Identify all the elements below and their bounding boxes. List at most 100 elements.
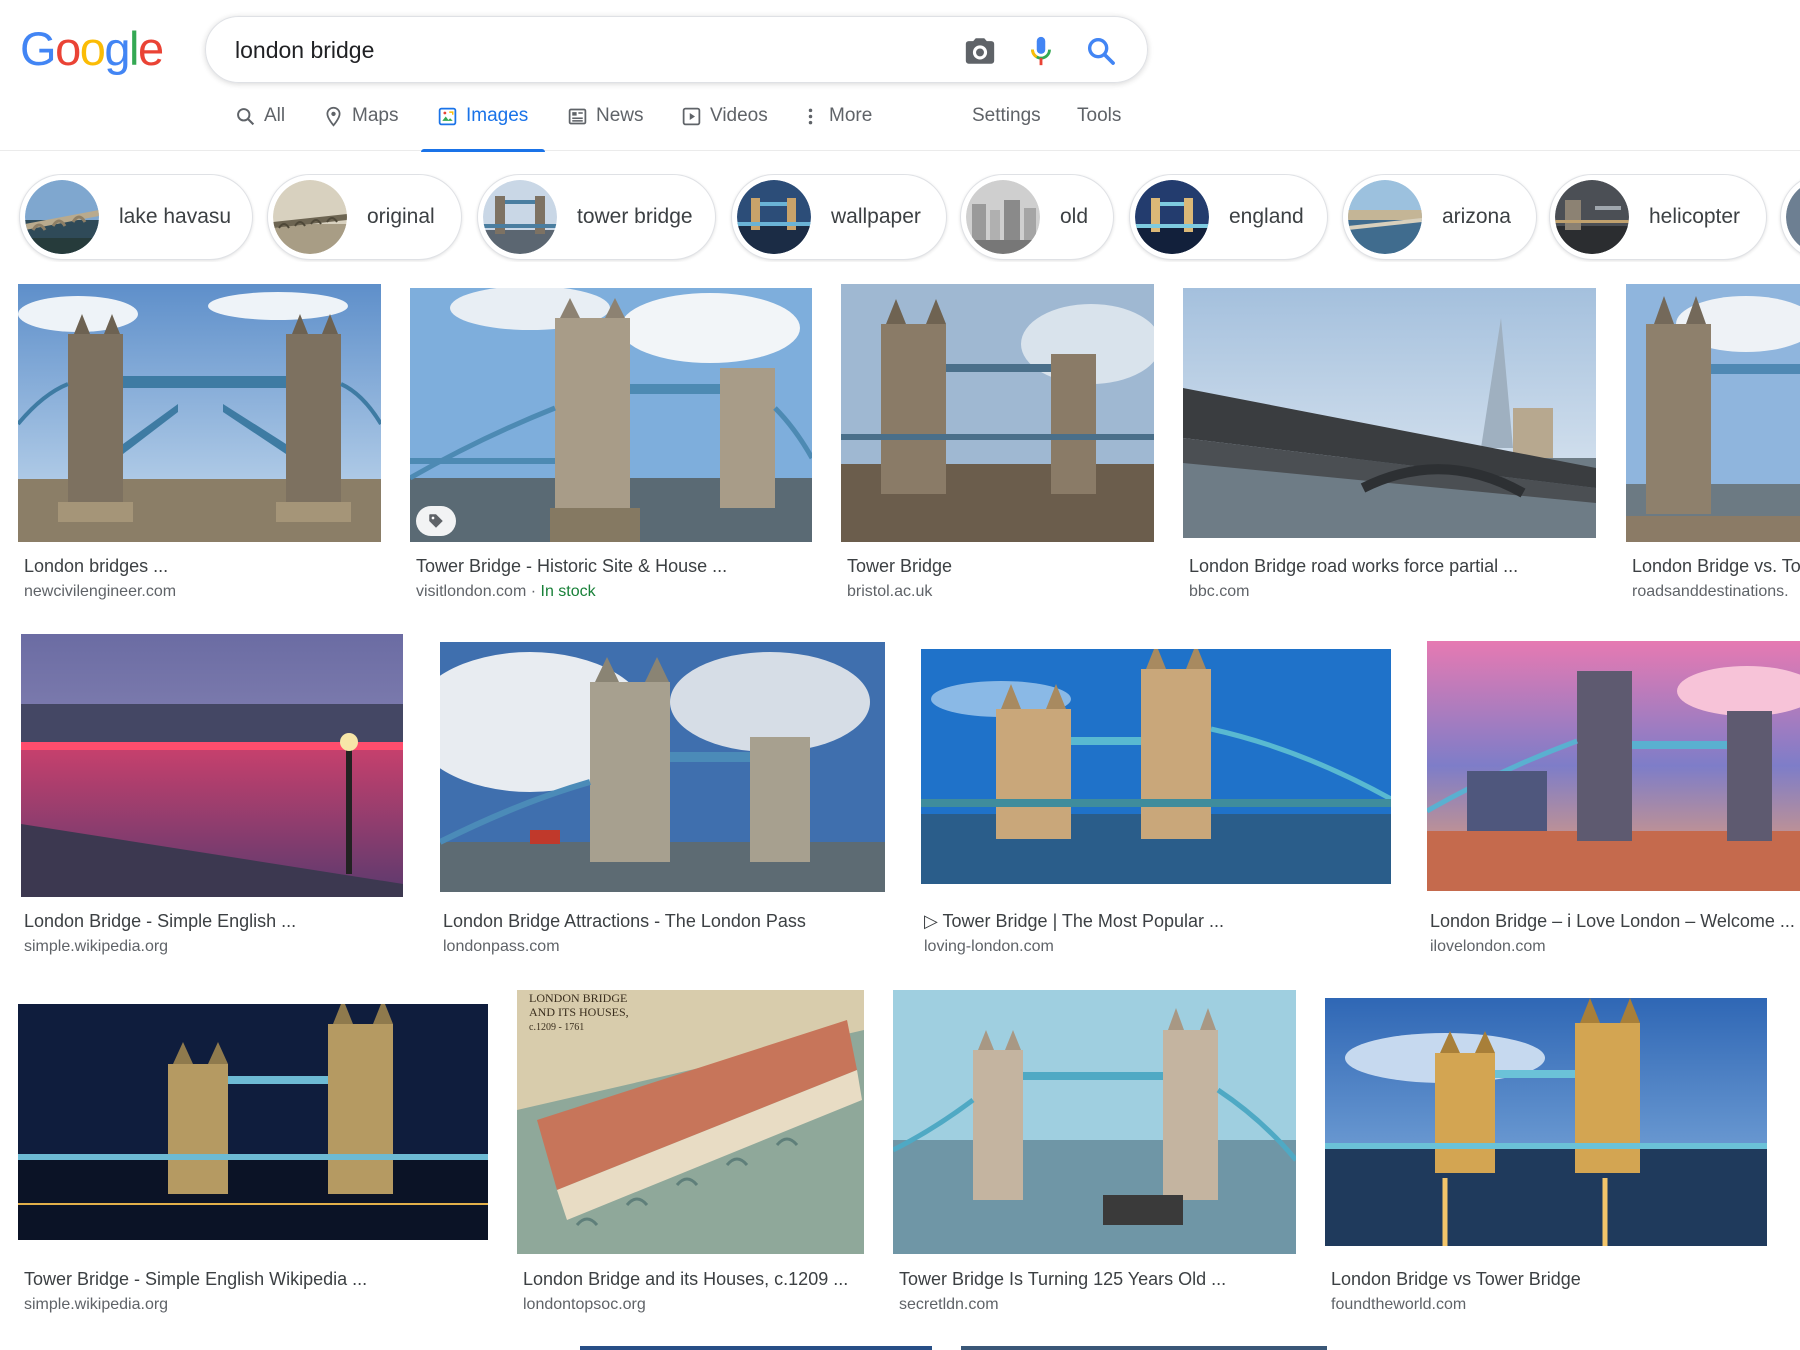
chip-wallpaper[interactable]: wallpaper [731,174,947,260]
result-title[interactable]: London Bridge and its Houses, c.1209 ... [523,1269,848,1290]
tab-label: Maps [352,105,399,126]
result-item[interactable]: Tower Bridge Is Turning 125 Years Old ..… [893,990,1296,1320]
result-title[interactable]: London Bridge – i Love London – Welcome … [1430,911,1795,932]
result-item[interactable]: London Bridge – i Love London – Welcome … [1424,634,1800,959]
result-image[interactable] [440,642,885,892]
tab-label: All [264,105,286,126]
tools-link[interactable]: Tools [1077,96,1121,151]
logo-letter: g [104,22,130,75]
result-source: simple.wikipedia.org [24,938,169,955]
settings-link[interactable]: Settings [972,96,1041,151]
chip-old[interactable]: old [960,174,1114,260]
tab-news[interactable]: News [567,96,644,151]
result-item[interactable]: LONDON BRIDGE AND ITS HOUSES, c.1209 - 176… [517,990,864,1320]
logo-letter: o [79,22,106,75]
result-title[interactable]: London Bridge road works force partial .… [1189,556,1518,577]
result-image[interactable] [1325,998,1767,1246]
chip-original[interactable]: original [267,174,462,260]
result-title[interactable]: London bridges ... [24,556,168,577]
result-source: loving-london.com [924,938,1054,955]
map-pin-icon [326,106,341,127]
result-title[interactable]: Tower Bridge [847,556,952,577]
logo-letter: o [55,22,81,75]
result-item[interactable]: Tower Bridge - Historic Site & House ...… [410,284,812,604]
result-item[interactable]: Tower Bridge bristol.ac.uk [841,284,1154,604]
tag-icon [416,506,456,536]
map-title: LONDON BRIDGE [529,991,627,1005]
tab-images[interactable]: Images [421,96,546,152]
chip-thumbnail [273,180,347,254]
chip-helicopter[interactable]: helicopter [1549,174,1767,260]
result-item[interactable]: London Bridge vs. To roadsanddestination… [1626,284,1800,604]
chip-more[interactable] [1780,174,1800,260]
map-subtitle: AND ITS HOUSES, [529,1005,629,1019]
result-source: londontopsoc.org [523,1296,646,1313]
tab-all[interactable]: All [235,96,285,151]
result-item[interactable]: London Bridge road works force partial .… [1183,284,1596,604]
search-tabs: All Maps Images News Videos More Setting… [0,96,1800,152]
result-item[interactable]: ▷ Tower Bridge | The Most Popular ... lo… [918,634,1394,959]
logo-letter: e [137,22,164,75]
more-vert-icon [808,108,813,125]
next-row-image-edge [580,1346,932,1350]
chip-thumbnail [966,180,1040,254]
result-image[interactable] [1427,641,1800,891]
result-title[interactable]: London Bridge - Simple English ... [24,911,296,932]
result-title[interactable]: London Bridge vs. To [1632,556,1800,577]
result-image[interactable] [18,284,381,542]
result-source: visitlondon.com · In stock [416,583,596,600]
logo-letter: G [20,22,57,75]
result-title[interactable]: Tower Bridge - Historic Site & House ... [416,556,727,577]
result-source-domain: visitlondon.com [416,583,527,600]
search-box [205,16,1148,83]
result-image[interactable] [21,634,403,897]
result-item[interactable]: London bridges ... newcivilengineer.com [18,284,381,604]
tab-maps[interactable]: Maps [323,96,398,151]
newspaper-icon [568,108,587,125]
microphone-icon[interactable] [1024,34,1058,68]
chip-label: old [1060,205,1089,228]
result-item[interactable]: London Bridge vs Tower Bridge foundthewo… [1325,990,1767,1320]
result-image[interactable] [1626,284,1800,542]
search-input[interactable] [235,35,935,65]
result-title[interactable]: ▷ Tower Bridge | The Most Popular ... [924,911,1224,932]
chip-thumbnail [1135,180,1209,254]
tab-label: Tools [1077,105,1122,126]
chip-label: arizona [1442,205,1511,228]
next-row-image-edge [961,1346,1327,1350]
google-logo[interactable]: Google [20,22,164,75]
chip-england[interactable]: england [1129,174,1328,260]
result-source: londonpass.com [443,938,560,955]
chip-label: helicopter [1649,205,1741,228]
chip-arizona[interactable]: arizona [1342,174,1537,260]
related-search-chips: lake havasu original tower bridge wallpa… [0,174,1800,262]
tab-more[interactable]: More [800,96,872,151]
search-submit-icon[interactable] [1084,34,1118,68]
result-title[interactable]: Tower Bridge Is Turning 125 Years Old ..… [899,1269,1226,1290]
result-title[interactable]: London Bridge vs Tower Bridge [1331,1269,1581,1290]
result-item[interactable]: London Bridge Attractions - The London P… [437,634,888,959]
result-source: simple.wikipedia.org [24,1296,169,1313]
tab-label: More [829,105,873,126]
chip-lake-havasu[interactable]: lake havasu [19,174,253,260]
search-icon [237,108,255,126]
result-image[interactable] [1183,288,1596,538]
result-image[interactable]: LONDON BRIDGE AND ITS HOUSES, c.1209 - 176… [517,990,864,1254]
result-image[interactable] [893,990,1296,1254]
tab-videos[interactable]: Videos [681,96,768,151]
result-image[interactable] [410,288,812,542]
result-item[interactable]: London Bridge - Simple English ... simpl… [18,634,406,959]
result-source: secretldn.com [899,1296,999,1313]
chip-thumbnail [25,180,99,254]
result-image[interactable] [18,1004,488,1240]
result-image[interactable] [841,284,1154,542]
chip-tower-bridge[interactable]: tower bridge [477,174,716,260]
camera-icon[interactable] [963,34,997,68]
chip-label: tower bridge [577,205,693,228]
result-source: roadsanddestinations. [1632,583,1789,600]
result-image[interactable] [921,649,1391,884]
result-title[interactable]: London Bridge Attractions - The London P… [443,911,806,932]
chip-thumbnail [1786,180,1800,254]
result-item[interactable]: Tower Bridge - Simple English Wikipedia … [18,990,488,1320]
result-title[interactable]: Tower Bridge - Simple English Wikipedia … [24,1269,367,1290]
